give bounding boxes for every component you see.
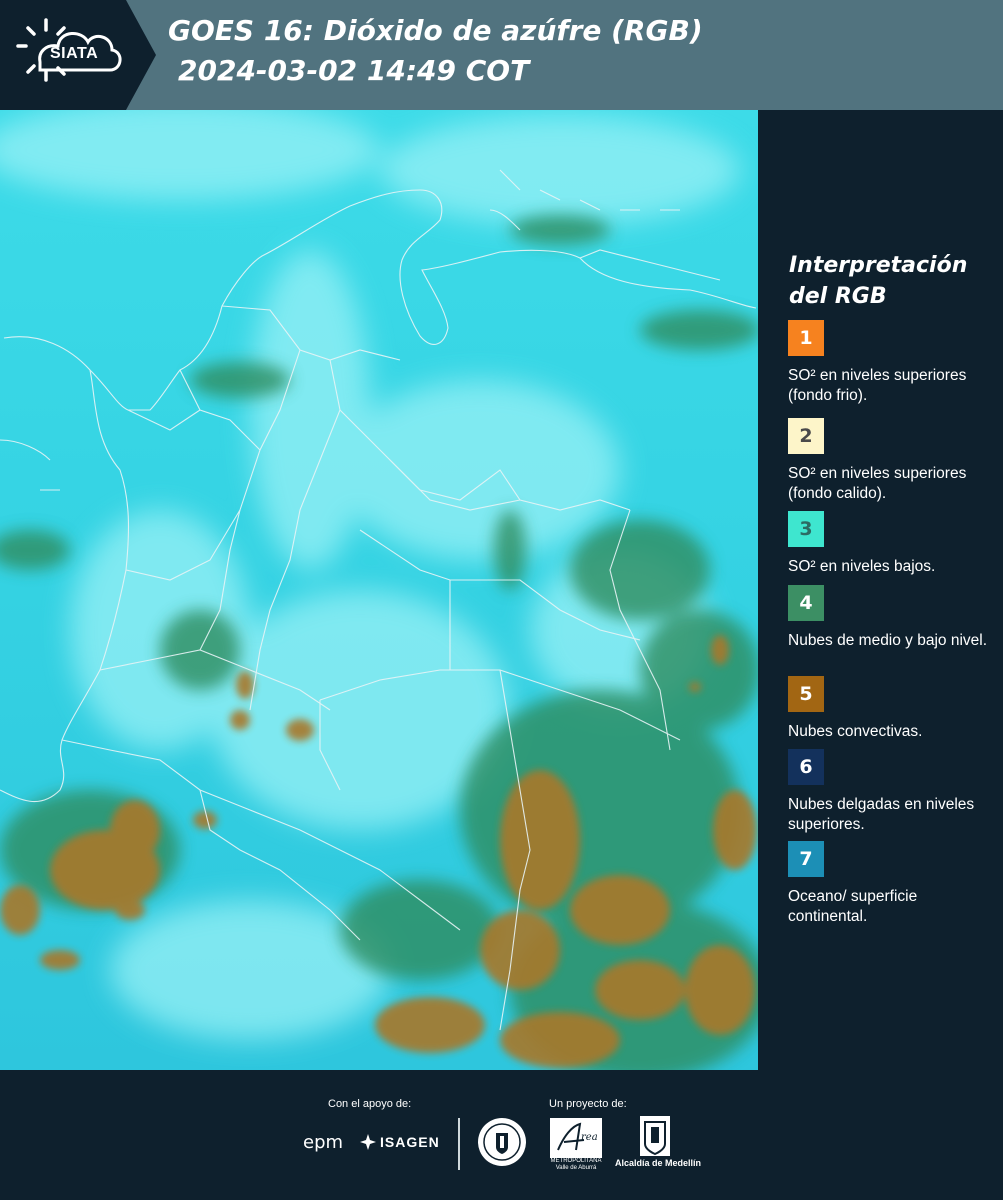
legend-text-7: Oceano/ superficie continental.: [788, 888, 918, 925]
legend-number-1: 1: [799, 327, 813, 349]
legend-swatch-6: 6: [788, 749, 824, 785]
legend-swatch-5: 5: [788, 676, 824, 712]
legend-swatch-2: 2: [788, 418, 824, 454]
legend-text-6: Nubes delgadas en niveles superiores.: [788, 796, 975, 833]
siata-logo: SIATA: [0, 0, 156, 110]
legend-panel: Interpretación del RGB 1 SO² en niveles …: [758, 110, 1003, 1070]
area-metropolitana-logo: rea: [550, 1118, 602, 1158]
legend-text-4: Nubes de medio y bajo nivel.: [788, 632, 988, 649]
footer-divider: [458, 1118, 460, 1170]
siata-logo-text: SIATA: [50, 45, 99, 62]
legend-item-6: 6 Nubes delgadas en niveles superiores.: [788, 749, 993, 835]
isagen-text: ISAGEN: [380, 1134, 440, 1150]
legend-swatch-7: 7: [788, 841, 824, 877]
legend-swatch-4: 4: [788, 585, 824, 621]
alcaldia-text: Alcaldía de Medellín: [614, 1158, 702, 1168]
legend-item-3: 3 SO² en niveles bajos.: [788, 511, 993, 577]
legend-number-4: 4: [799, 592, 813, 614]
support-label: Con el apoyo de:: [328, 1098, 412, 1110]
page-title: GOES 16: Dióxido de azúfre (RGB): [168, 14, 703, 47]
legend-item-7: 7 Oceano/ superficie continental.: [788, 841, 993, 927]
svg-text:rea: rea: [581, 1132, 598, 1143]
legend-swatch-3: 3: [788, 511, 824, 547]
legend-number-6: 6: [799, 756, 813, 778]
legend-number-5: 5: [799, 683, 813, 705]
header: SIATA GOES 16: Dióxido de azúfre (RGB) 2…: [0, 0, 1003, 110]
epm-logo: epm: [303, 1132, 344, 1153]
legend-item-2: 2 SO² en niveles superiores (fondo calid…: [788, 418, 993, 504]
isagen-icon: [360, 1134, 376, 1150]
project-label: Un proyecto de:: [549, 1098, 627, 1110]
footer: Con el apoyo de: Un proyecto de: epm ISA…: [0, 1070, 1003, 1200]
legend-text-5: Nubes convectivas.: [788, 723, 923, 740]
legend-title: Interpretación del RGB: [789, 253, 968, 309]
legend-number-7: 7: [799, 848, 813, 870]
legend-item-5: 5 Nubes convectivas.: [788, 676, 993, 742]
medellin-seal-icon: [478, 1118, 526, 1166]
isagen-logo: ISAGEN: [360, 1132, 440, 1152]
legend-text-1: SO² en niveles superiores (fondo frio).: [788, 367, 967, 404]
satellite-map[interactable]: [0, 110, 758, 1070]
legend-swatch-1: 1: [788, 320, 824, 356]
legend-item-1: 1 SO² en niveles superiores (fondo frio)…: [788, 320, 993, 406]
area-caption: METROPOLITANA Valle de Aburrá: [550, 1158, 602, 1171]
legend-item-4: 4 Nubes de medio y bajo nivel.: [788, 585, 993, 651]
legend-text-2: SO² en niveles superiores (fondo calido)…: [788, 465, 967, 502]
page-timestamp: 2024-03-02 14:49 COT: [178, 54, 530, 87]
alcaldia-crest-icon: [640, 1116, 670, 1156]
legend-number-3: 3: [799, 518, 813, 540]
legend-number-2: 2: [799, 425, 813, 447]
legend-text-3: SO² en niveles bajos.: [788, 558, 936, 575]
